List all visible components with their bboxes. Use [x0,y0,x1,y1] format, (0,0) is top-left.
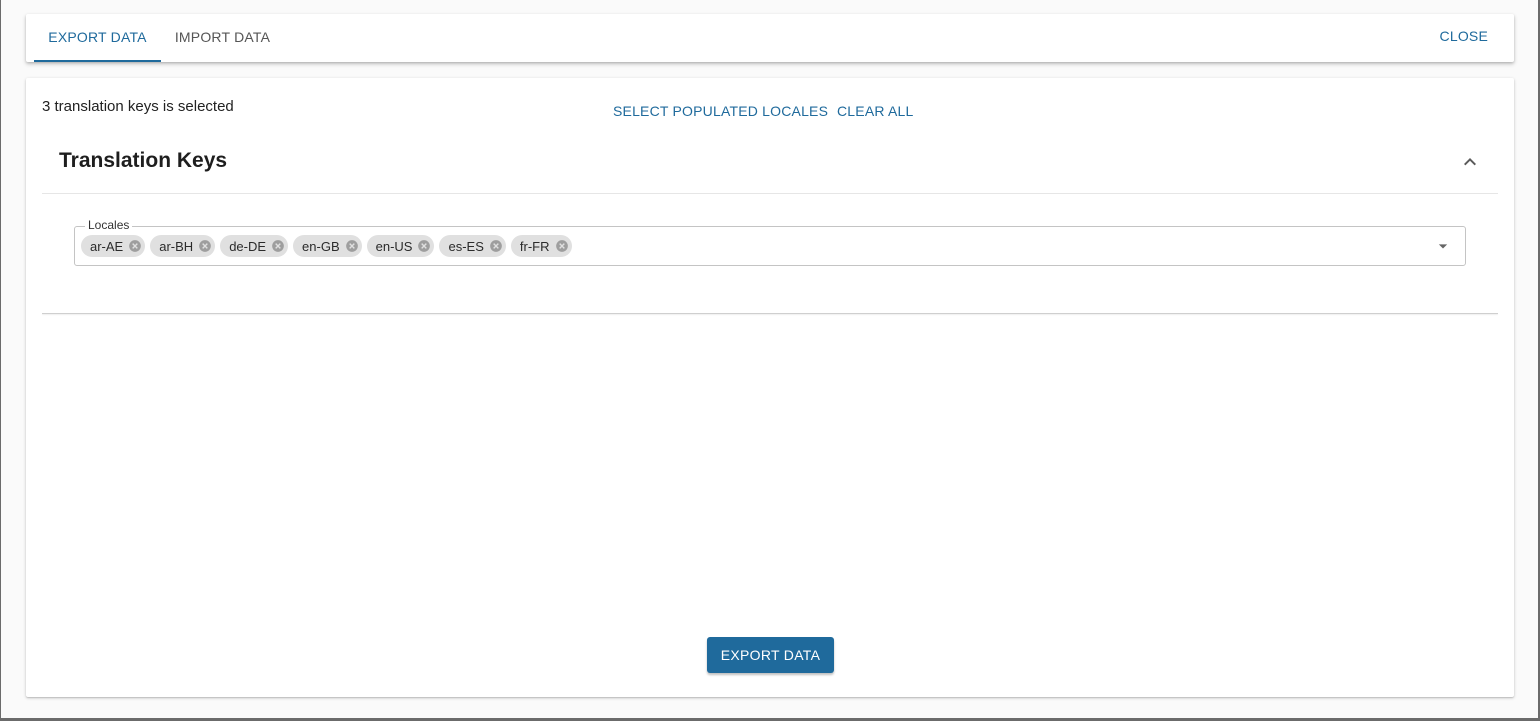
dialog-frame: EXPORT DATA IMPORT DATA CLOSE 3 translat… [1,0,1538,718]
locale-chip: es-ES [439,235,506,257]
cancel-circle-icon[interactable] [345,239,359,253]
cancel-circle-icon[interactable] [555,239,569,253]
close-button[interactable]: CLOSE [1440,14,1488,60]
locale-chip-label: ar-AE [90,238,124,254]
section-divider [42,193,1498,194]
export-card: 3 translation keys is selected SELECT PO… [26,78,1514,697]
cancel-circle-icon[interactable] [489,239,503,253]
section-bottom-divider [42,313,1498,314]
locale-chip-label: ar-BH [159,238,194,254]
locale-chip: en-GB [293,235,362,257]
locale-chip-label: en-GB [302,238,340,254]
export-data-button[interactable]: EXPORT DATA [707,637,834,673]
section-title: Translation Keys [59,149,228,172]
select-populated-locales-button[interactable]: SELECT POPULATED LOCALES [613,103,828,119]
cancel-circle-icon[interactable] [198,239,212,253]
arrow-drop-down-icon[interactable] [1433,236,1453,256]
locale-chip-label: de-DE [229,238,267,254]
tab-export-data[interactable]: EXPORT DATA [34,14,161,62]
cancel-circle-icon[interactable] [128,239,142,253]
locales-label: Locales [85,218,133,232]
cancel-circle-icon[interactable] [271,239,285,253]
locale-chip: fr-FR [510,235,572,257]
locale-chips: ar-AE ar-BH de-DE en-GB en-US es-ES fr-F… [81,235,572,257]
locale-chip: ar-AE [81,235,146,257]
locale-chip: de-DE [220,235,289,257]
locale-chip: ar-BH [150,235,216,257]
locale-chip-label: es-ES [448,238,484,254]
chevron-up-icon[interactable] [1458,150,1482,174]
locale-chip: en-US [366,235,435,257]
locale-chip-label: fr-FR [519,238,550,254]
tab-import-data[interactable]: IMPORT DATA [161,14,284,62]
cancel-circle-icon[interactable] [417,239,431,253]
selection-status: 3 translation keys is selected [42,98,234,115]
clear-all-button[interactable]: CLEAR ALL [837,103,914,119]
locales-select[interactable]: Locales ar-AE ar-BH de-DE en-GB en-US es… [74,218,1466,266]
locale-chip-label: en-US [375,238,413,254]
tab-bar: EXPORT DATA IMPORT DATA CLOSE [26,14,1514,62]
